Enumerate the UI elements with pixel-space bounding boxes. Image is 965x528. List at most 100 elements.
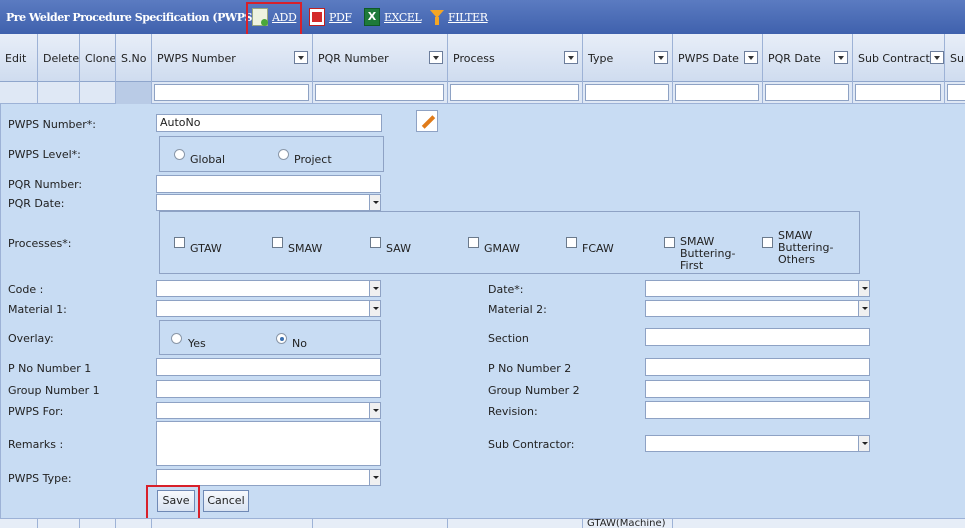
- column-filter-dropdown-icon[interactable]: [744, 51, 758, 64]
- column-delete[interactable]: Delete: [38, 34, 80, 82]
- pwps-for-select[interactable]: [156, 402, 381, 419]
- filter-cell: [80, 82, 116, 104]
- column-sno[interactable]: S.No: [116, 34, 152, 82]
- pno1-label: P No Number 1: [8, 362, 92, 375]
- column-su[interactable]: Su: [945, 34, 965, 82]
- column-filter-dropdown-icon[interactable]: [429, 51, 443, 64]
- process-gmaw-checkbox[interactable]: [468, 237, 479, 248]
- pwps-type-select[interactable]: [156, 469, 381, 486]
- filter-cell: [763, 82, 853, 104]
- filter-cell: [152, 82, 313, 104]
- material2-select[interactable]: [645, 300, 870, 317]
- chevron-down-icon: [369, 470, 380, 485]
- cancel-button[interactable]: Cancel: [203, 490, 249, 512]
- column-clone[interactable]: Clone: [80, 34, 116, 82]
- level-project-radio[interactable]: [278, 149, 289, 160]
- pqr-number-input[interactable]: [156, 175, 381, 193]
- pno1-input[interactable]: [156, 358, 381, 376]
- add-highlight-box: [246, 2, 302, 37]
- group2-label: Group Number 2: [488, 384, 580, 397]
- level-project-label: Project: [294, 153, 332, 166]
- overlay-yes-radio[interactable]: [171, 333, 182, 344]
- column-type[interactable]: Type: [583, 34, 673, 82]
- pqr-number-cell: [313, 519, 448, 528]
- process-smaw-buttering-others-checkbox[interactable]: [762, 237, 773, 248]
- material1-select[interactable]: [156, 300, 381, 317]
- group1-label: Group Number 1: [8, 384, 100, 397]
- pwps-number-label: PWPS Number*:: [8, 118, 97, 131]
- pqr-number-filter-input[interactable]: [315, 84, 444, 101]
- filter-cell: [38, 82, 80, 104]
- revision-input[interactable]: [645, 401, 870, 419]
- delete-cell[interactable]: [38, 519, 80, 528]
- column-filter-dropdown-icon[interactable]: [564, 51, 578, 64]
- column-pwps-date[interactable]: PWPS Date: [673, 34, 763, 82]
- edit-cell[interactable]: [0, 519, 38, 528]
- pno2-input[interactable]: [645, 358, 870, 376]
- column-filter-dropdown-icon[interactable]: [834, 51, 848, 64]
- overlay-no-label: No: [292, 337, 307, 350]
- remarks-textarea[interactable]: [156, 421, 381, 466]
- group1-input[interactable]: [156, 380, 381, 398]
- filter-button[interactable]: FILTER: [430, 7, 488, 27]
- column-label: PQR Number: [318, 51, 389, 65]
- chevron-down-icon: [858, 281, 869, 296]
- column-sub-contractor[interactable]: Sub Contractor: [853, 34, 945, 82]
- overlay-yes-label: Yes: [188, 337, 206, 350]
- remarks-label: Remarks :: [8, 438, 64, 451]
- column-label: PWPS Date: [678, 51, 739, 65]
- process-saw-label: SAW: [386, 242, 411, 255]
- code-select[interactable]: [156, 280, 381, 297]
- toolbar: Pre Welder Procedure Specification (PWPS…: [0, 0, 965, 34]
- pwps-level-label: PWPS Level*:: [8, 148, 81, 161]
- process-smaw-buttering-first-checkbox[interactable]: [664, 237, 675, 248]
- filter-cell: [0, 82, 38, 104]
- pdf-button[interactable]: PDF: [309, 7, 352, 27]
- process-smaw-buttering-others-label: SMAW Buttering-Others: [778, 229, 834, 266]
- column-label: Edit: [5, 51, 27, 65]
- code-label: Code :: [8, 283, 44, 296]
- chevron-down-icon: [369, 195, 380, 210]
- column-filter-dropdown-icon[interactable]: [654, 51, 668, 64]
- column-edit[interactable]: Edit: [0, 34, 38, 82]
- column-label: Delete: [43, 51, 80, 65]
- pencil-edit-icon[interactable]: [416, 110, 438, 132]
- column-pqr-number[interactable]: PQR Number: [313, 34, 448, 82]
- process-gtaw-checkbox[interactable]: [174, 237, 185, 248]
- process-fcaw-label: FCAW: [582, 242, 614, 255]
- pqr-date-filter-input[interactable]: [765, 84, 849, 101]
- pwps-number-filter-input[interactable]: [154, 84, 309, 101]
- date-select[interactable]: [645, 280, 870, 297]
- sub-contractor-filter-input[interactable]: [855, 84, 941, 101]
- revision-label: Revision:: [488, 405, 538, 418]
- excel-button[interactable]: X EXCEL: [364, 7, 422, 27]
- su-filter-input[interactable]: [947, 84, 965, 101]
- process-cell: [448, 519, 583, 528]
- process-gtaw-label: GTAW: [190, 242, 222, 255]
- process-saw-checkbox[interactable]: [370, 237, 381, 248]
- column-pqr-date[interactable]: PQR Date: [763, 34, 853, 82]
- pwps-date-filter-input[interactable]: [675, 84, 759, 101]
- column-label: S.No: [121, 51, 147, 65]
- pqr-date-label: PQR Date:: [8, 197, 65, 210]
- process-fcaw-checkbox[interactable]: [566, 237, 577, 248]
- column-label: PWPS Number: [157, 51, 236, 65]
- chevron-down-icon: [858, 436, 869, 451]
- column-process[interactable]: Process: [448, 34, 583, 82]
- column-pwps-number[interactable]: PWPS Number: [152, 34, 313, 82]
- filter-label: FILTER: [448, 10, 488, 24]
- pqr-date-select[interactable]: [156, 194, 381, 211]
- type-filter-input[interactable]: [585, 84, 669, 101]
- process-filter-input[interactable]: [450, 84, 579, 101]
- pwps-number-input[interactable]: AutoNo: [156, 114, 382, 132]
- sub-contractor-select[interactable]: [645, 435, 870, 452]
- column-filter-dropdown-icon[interactable]: [930, 51, 944, 64]
- column-filter-dropdown-icon[interactable]: [294, 51, 308, 64]
- level-global-radio[interactable]: [174, 149, 185, 160]
- overlay-no-radio[interactable]: [276, 333, 287, 344]
- process-smaw-checkbox[interactable]: [272, 237, 283, 248]
- group2-input[interactable]: [645, 380, 870, 398]
- section-input[interactable]: [645, 328, 870, 346]
- clone-cell[interactable]: [80, 519, 116, 528]
- pwps-for-label: PWPS For:: [8, 405, 64, 418]
